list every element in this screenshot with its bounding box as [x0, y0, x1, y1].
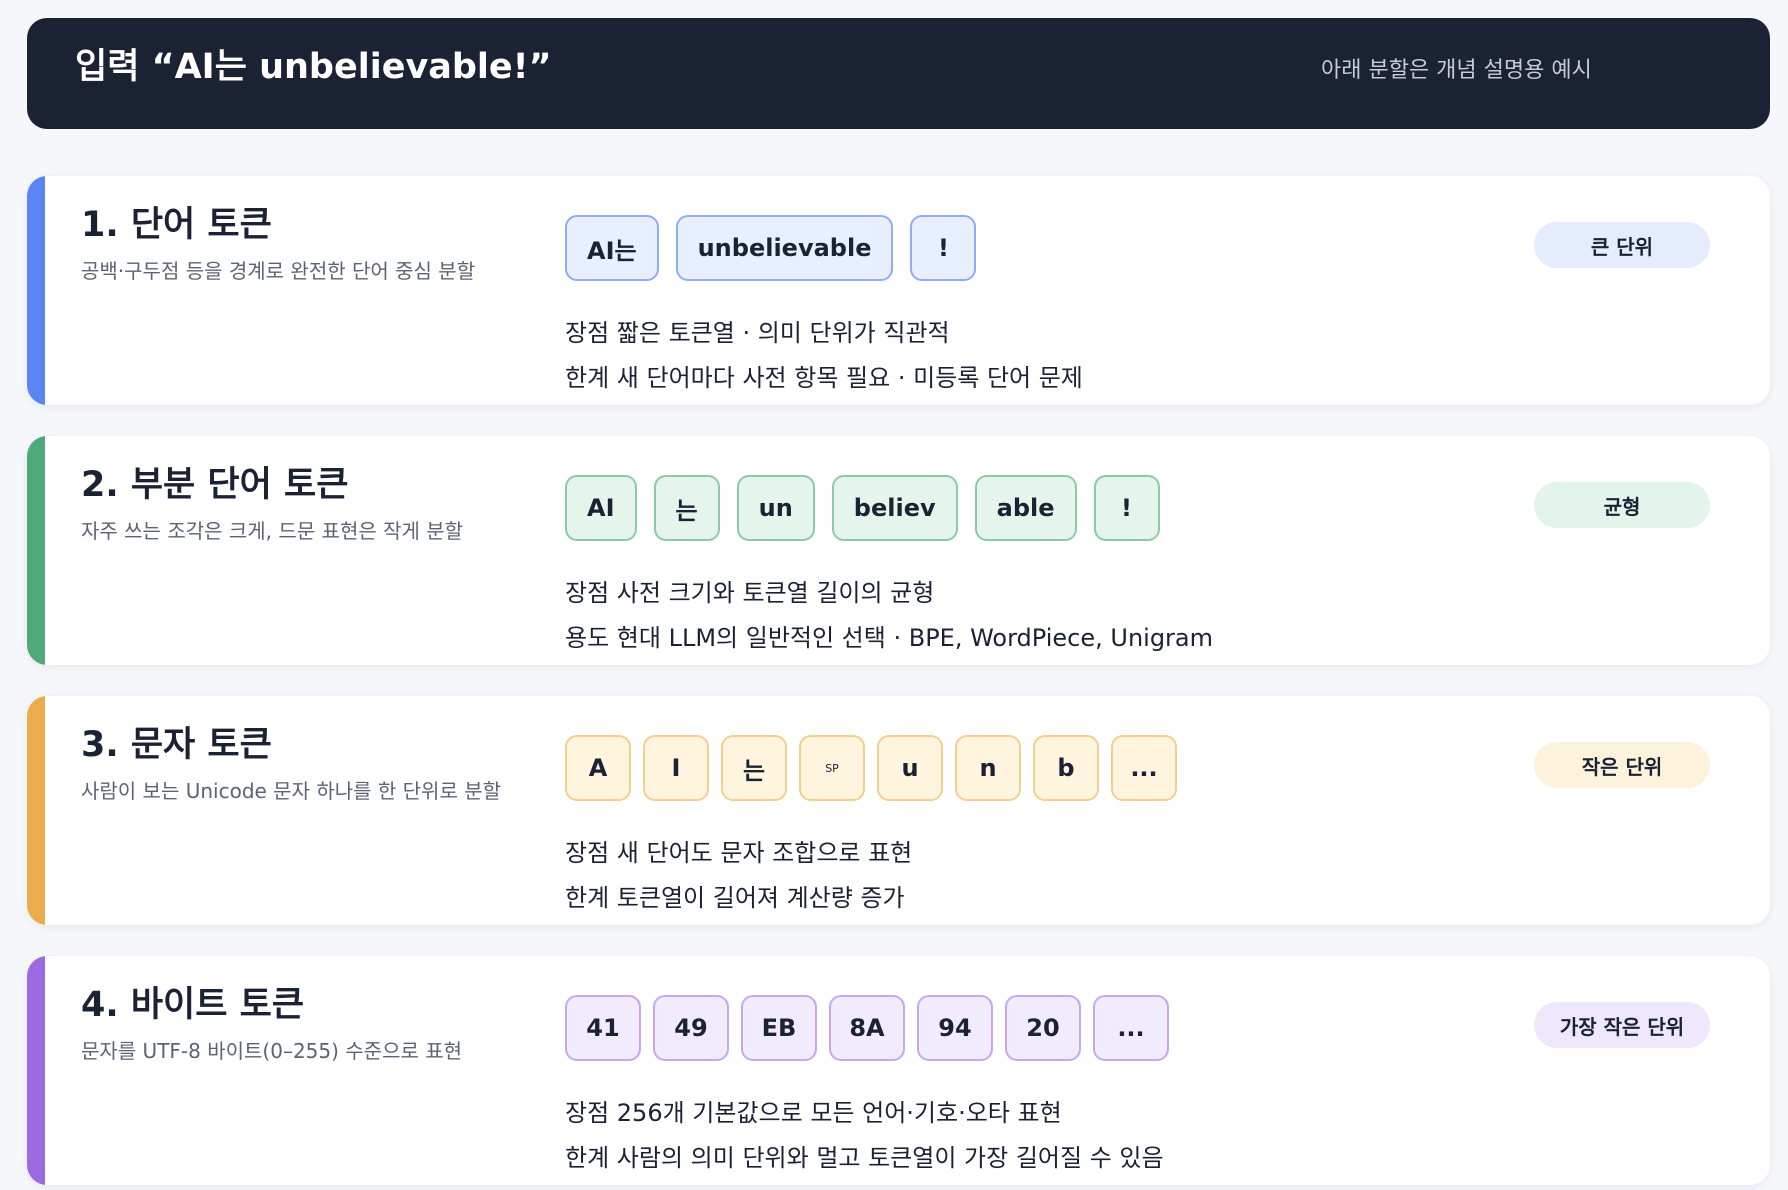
- unit-size-badge: 가장 작은 단위: [1534, 1002, 1710, 1048]
- pros-line: 장점 256개 기본값으로 모든 언어·기호·오타 표현: [565, 1099, 1062, 1127]
- card-title: 1. 단어 토큰: [81, 205, 272, 245]
- card-subword-token: 2. 부분 단어 토큰 자주 쓰는 조각은 크게, 드문 표현은 작게 분할 A…: [27, 436, 1770, 665]
- space-token: SP: [799, 735, 865, 801]
- token: 41: [565, 995, 641, 1061]
- token: 는: [653, 475, 720, 541]
- token: u: [877, 735, 943, 801]
- token: 는: [721, 735, 787, 801]
- card-word-token: 1. 단어 토큰 공백·구두점 등을 경계로 완전한 단어 중심 분할 AI는 …: [27, 176, 1770, 405]
- token: I: [643, 735, 709, 801]
- token: !: [1093, 475, 1160, 541]
- token: unbelievable: [675, 215, 894, 281]
- header-title: 입력 “AI는 unbelievable!”: [75, 47, 552, 87]
- token: AI는: [565, 215, 659, 281]
- card-description: 공백·구두점 등을 경계로 완전한 단어 중심 분할: [81, 259, 476, 283]
- cons-line: 한계 사람의 의미 단위와 멀고 토큰열이 가장 길어질 수 있음: [565, 1144, 1164, 1172]
- card-title: 3. 문자 토큰: [81, 725, 272, 765]
- token: A: [565, 735, 631, 801]
- pros-line: 장점 짧은 토큰열 · 의미 단위가 직관적: [565, 319, 950, 347]
- token: 94: [917, 995, 993, 1061]
- token: EB: [741, 995, 817, 1061]
- token: n: [955, 735, 1021, 801]
- ellipsis-token: ...: [1111, 735, 1177, 801]
- cons-line: 한계 토큰열이 길어져 계산량 증가: [565, 884, 905, 912]
- token: 49: [653, 995, 729, 1061]
- token: 8A: [829, 995, 905, 1061]
- token: un: [736, 475, 815, 541]
- token-row: AI 는 un believ able !: [565, 475, 1160, 541]
- token-row: AI는 unbelievable !: [565, 215, 977, 281]
- card-title: 4. 바이트 토큰: [81, 985, 305, 1025]
- card-description: 사람이 보는 Unicode 문자 하나를 한 단위로 분할: [81, 779, 502, 803]
- card-accent-bar: [27, 436, 45, 665]
- card-accent-bar: [27, 696, 45, 925]
- card-accent-bar: [27, 956, 45, 1185]
- card-byte-token: 4. 바이트 토큰 문자를 UTF-8 바이트(0–255) 수준으로 표현 4…: [27, 956, 1770, 1185]
- input-header: 입력 “AI는 unbelievable!” 아래 분할은 개념 설명용 예시: [27, 18, 1770, 129]
- token-row: A I 는 SP u n b ...: [565, 735, 1177, 801]
- card-description: 문자를 UTF-8 바이트(0–255) 수준으로 표현: [81, 1039, 463, 1063]
- token-row: 41 49 EB 8A 94 20 ...: [565, 995, 1169, 1061]
- token: AI: [565, 475, 637, 541]
- card-accent-bar: [27, 176, 45, 405]
- cons-line: 한계 새 단어마다 사전 항목 필요 · 미등록 단어 문제: [565, 364, 1083, 392]
- token: !: [910, 215, 977, 281]
- card-character-token: 3. 문자 토큰 사람이 보는 Unicode 문자 하나를 한 단위로 분할 …: [27, 696, 1770, 925]
- token: b: [1033, 735, 1099, 801]
- ellipsis-token: ...: [1093, 995, 1169, 1061]
- usage-line: 용도 현대 LLM의 일반적인 선택 · BPE, WordPiece, Uni…: [565, 624, 1214, 652]
- pros-line: 장점 사전 크기와 토큰열 길이의 균형: [565, 579, 935, 607]
- unit-size-badge: 균형: [1534, 482, 1710, 528]
- token: able: [974, 475, 1077, 541]
- token: 20: [1005, 995, 1081, 1061]
- unit-size-badge: 작은 단위: [1534, 742, 1710, 788]
- token: believ: [831, 475, 958, 541]
- card-description: 자주 쓰는 조각은 크게, 드문 표현은 작게 분할: [81, 519, 464, 543]
- header-note: 아래 분할은 개념 설명용 예시: [1321, 58, 1592, 83]
- unit-size-badge: 큰 단위: [1534, 222, 1710, 268]
- card-title: 2. 부분 단어 토큰: [81, 465, 349, 505]
- pros-line: 장점 새 단어도 문자 조합으로 표현: [565, 839, 913, 867]
